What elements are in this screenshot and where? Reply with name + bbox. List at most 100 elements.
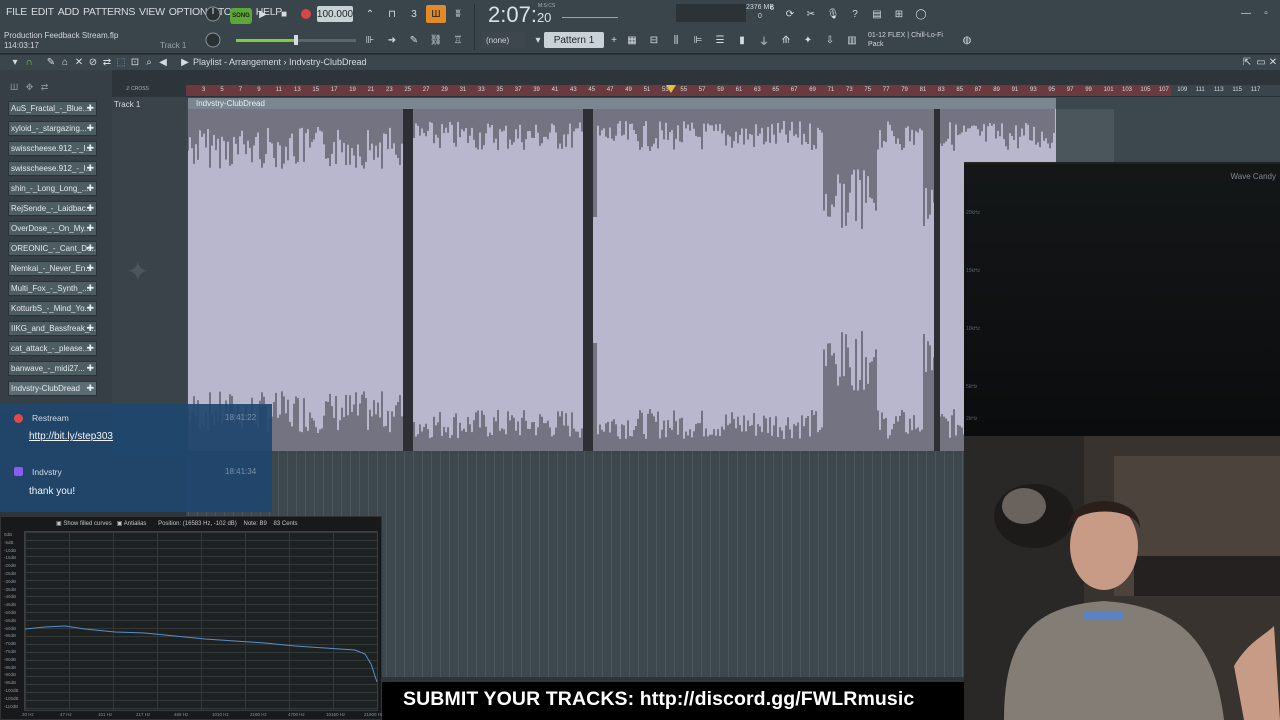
audio-clip-waveform[interactable] [188, 109, 1056, 451]
drag-handle-icon[interactable]: ✚ [86, 142, 94, 155]
pattern-item[interactable]: shin_-_Long_Long_... ✚ [8, 181, 97, 196]
plug-icon[interactable]: ⏚ [754, 31, 774, 49]
drag-handle-icon[interactable]: ✚ [86, 362, 94, 375]
tools-icon[interactable]: ✂ [801, 5, 821, 23]
channel-rack-icon[interactable]: ⊟ [644, 31, 664, 49]
menu-add[interactable]: ADD [56, 6, 81, 18]
drag-handle-icon[interactable]: ✚ [86, 122, 94, 135]
piano-roll-icon[interactable]: ⊪ [360, 31, 380, 49]
wait-input-icon[interactable]: ⊓ [382, 5, 402, 23]
track-1-label[interactable]: Track 1 [114, 100, 140, 109]
pattern-item[interactable]: AuS_Fractal_-_Blue... ✚ [8, 101, 97, 116]
tempo-display[interactable]: 100.000 [317, 6, 353, 22]
drag-handle-icon[interactable]: ✚ [86, 202, 94, 215]
mute-tool-icon[interactable]: ⊘ [86, 55, 100, 70]
pattern-item[interactable]: OREONIC_-_Cant_Do... ✚ [8, 241, 97, 256]
drag-handle-icon[interactable]: ✚ [86, 342, 94, 355]
master-volume-knob-icon[interactable] [203, 5, 223, 23]
browser-icon[interactable]: ☰ [710, 31, 730, 49]
playhead-marker-icon[interactable] [666, 85, 676, 93]
drag-handle-icon[interactable]: ✚ [86, 382, 94, 395]
help-icon[interactable]: ? [845, 5, 865, 23]
pattern-item[interactable]: OverDose_-_On_My... ✚ [8, 221, 97, 236]
paint-tool-icon[interactable]: ⌂ [58, 55, 72, 70]
pattern-item[interactable]: Nemkai_-_Never_En... ✚ [8, 261, 97, 276]
song-mode-button[interactable]: SONG [230, 8, 252, 24]
drag-handle-icon[interactable]: ✚ [86, 182, 94, 195]
pitch-knob-icon[interactable] [203, 31, 223, 49]
save-icon[interactable]: ▤ [867, 5, 887, 23]
step-edit-icon[interactable]: Ш [426, 5, 446, 23]
pattern-item[interactable]: banwave_-_midi27... ✚ [8, 361, 97, 376]
record-icon[interactable] [296, 5, 316, 23]
metronome-icon[interactable]: ⌃ [360, 5, 380, 23]
shop-icon[interactable]: ▥ [842, 31, 862, 49]
drag-handle-icon[interactable]: ✚ [86, 262, 94, 275]
drag-handle-icon[interactable]: ✚ [86, 302, 94, 315]
countdown-icon[interactable]: 3 [404, 5, 424, 23]
drag-handle-icon[interactable]: ✚ [86, 322, 94, 335]
audio-clip-header[interactable]: Indvstry-ClubDread [188, 98, 1056, 109]
drag-handle-icon[interactable]: ✚ [86, 242, 94, 255]
pattern-item[interactable]: RejSende_-_Laidbac... ✚ [8, 201, 97, 216]
picker-header-icon[interactable]: Ш ✥ ⇄ [10, 82, 48, 93]
stamp-icon[interactable]: ♖ [448, 31, 468, 49]
arrow-right-icon[interactable]: ➜ [382, 31, 402, 49]
pattern-item[interactable]: Indvstry-ClubDread ✚ [8, 381, 97, 396]
chevron-down-icon[interactable]: ▾ [8, 55, 22, 70]
add-pattern-icon[interactable]: + [604, 31, 624, 49]
play-small-icon[interactable]: ▶ [178, 55, 192, 70]
mixer-view-icon[interactable]: ⫼ [666, 31, 686, 49]
piano-roll-view-icon[interactable]: ⊫ [688, 31, 708, 49]
mixer-icon[interactable]: ⊞ [889, 5, 909, 23]
magnet-icon[interactable]: ∩ [22, 55, 36, 70]
pattern-item[interactable]: KotturbS_-_Mind_Yo... ✚ [8, 301, 97, 316]
chat-message-1[interactable]: http://bit.ly/step303 [29, 431, 113, 442]
pattern-item[interactable]: Multi_Fox_-_Synth_... ✚ [8, 281, 97, 296]
pattern-item[interactable]: swisscheese.912_-_I... ✚ [8, 161, 97, 176]
speaker-icon[interactable]: ◀ [156, 55, 170, 70]
pattern-item[interactable]: cat_attack_-_please... ✚ [8, 341, 97, 356]
fl-logo-icon: ✦ [126, 256, 150, 287]
minimize-icon[interactable]: — [1236, 4, 1256, 22]
pattern-item[interactable]: swisscheese.912_-_I... ✚ [8, 141, 97, 156]
drag-handle-icon[interactable]: ✚ [86, 282, 94, 295]
playlist-icon[interactable]: ▦ [622, 31, 642, 49]
timeline-ruler[interactable]: 3 5 7 9 11 13 15 17 19 21 23 25 27 29 31 33 35 37 39 41 43 45… [186, 85, 1280, 97]
detach-icon[interactable]: ⇱ [1240, 55, 1254, 70]
maximize-icon[interactable]: ▫ [1256, 4, 1276, 22]
refresh-icon[interactable]: ⟳ [780, 5, 800, 23]
menu-view[interactable]: VIEW [137, 6, 167, 18]
menu-file[interactable]: FILE [4, 6, 29, 18]
select-tool-icon[interactable]: ⬚ [114, 55, 128, 70]
pattern-item[interactable]: xyloid_-_stargazing... ✚ [8, 121, 97, 136]
pattern-selector[interactable]: Pattern 1 [544, 32, 604, 48]
drag-handle-icon[interactable]: ✚ [86, 222, 94, 235]
play-icon[interactable]: ▶ [253, 5, 273, 23]
link-icon[interactable]: ⛓ [426, 31, 446, 49]
microphone-icon[interactable]: 🎙 [823, 5, 843, 23]
master-pitch-slider[interactable] [236, 35, 356, 45]
chat-icon[interactable]: ◯ [911, 5, 931, 23]
files-icon[interactable]: ▮ [732, 31, 752, 49]
draw-tool-icon[interactable]: ✎ [44, 55, 58, 70]
drag-handle-icon[interactable]: ✚ [86, 102, 94, 115]
tuning-icon[interactable]: ✦ [798, 31, 818, 49]
close-icon[interactable]: ✕ [1266, 55, 1280, 70]
stop-icon[interactable]: ■ [274, 5, 294, 23]
antialias-checkbox[interactable]: ▣ [117, 521, 124, 527]
pattern-item[interactable]: IIKG_and_Bassfreak_... ✚ [8, 321, 97, 336]
zoom-tool-icon[interactable]: ⌕ [142, 55, 156, 70]
pencil-icon[interactable]: ✎ [404, 31, 424, 49]
globe-icon[interactable]: ◍ [957, 31, 977, 49]
snap-select[interactable]: (none) [482, 32, 526, 48]
delete-tool-icon[interactable]: ✕ [72, 55, 86, 70]
slice-tool-icon[interactable]: ⊡ [128, 55, 142, 70]
drag-handle-icon[interactable]: ✚ [86, 162, 94, 175]
slip-tool-icon[interactable]: ⇄ [100, 55, 114, 70]
menu-patterns[interactable]: PATTERNS [81, 6, 137, 18]
blend-notes-icon[interactable]: ʬ [448, 5, 468, 23]
menu-edit[interactable]: EDIT [29, 6, 56, 18]
download-icon[interactable]: ⇩ [820, 31, 840, 49]
script-icon[interactable]: ⟰ [776, 31, 796, 49]
